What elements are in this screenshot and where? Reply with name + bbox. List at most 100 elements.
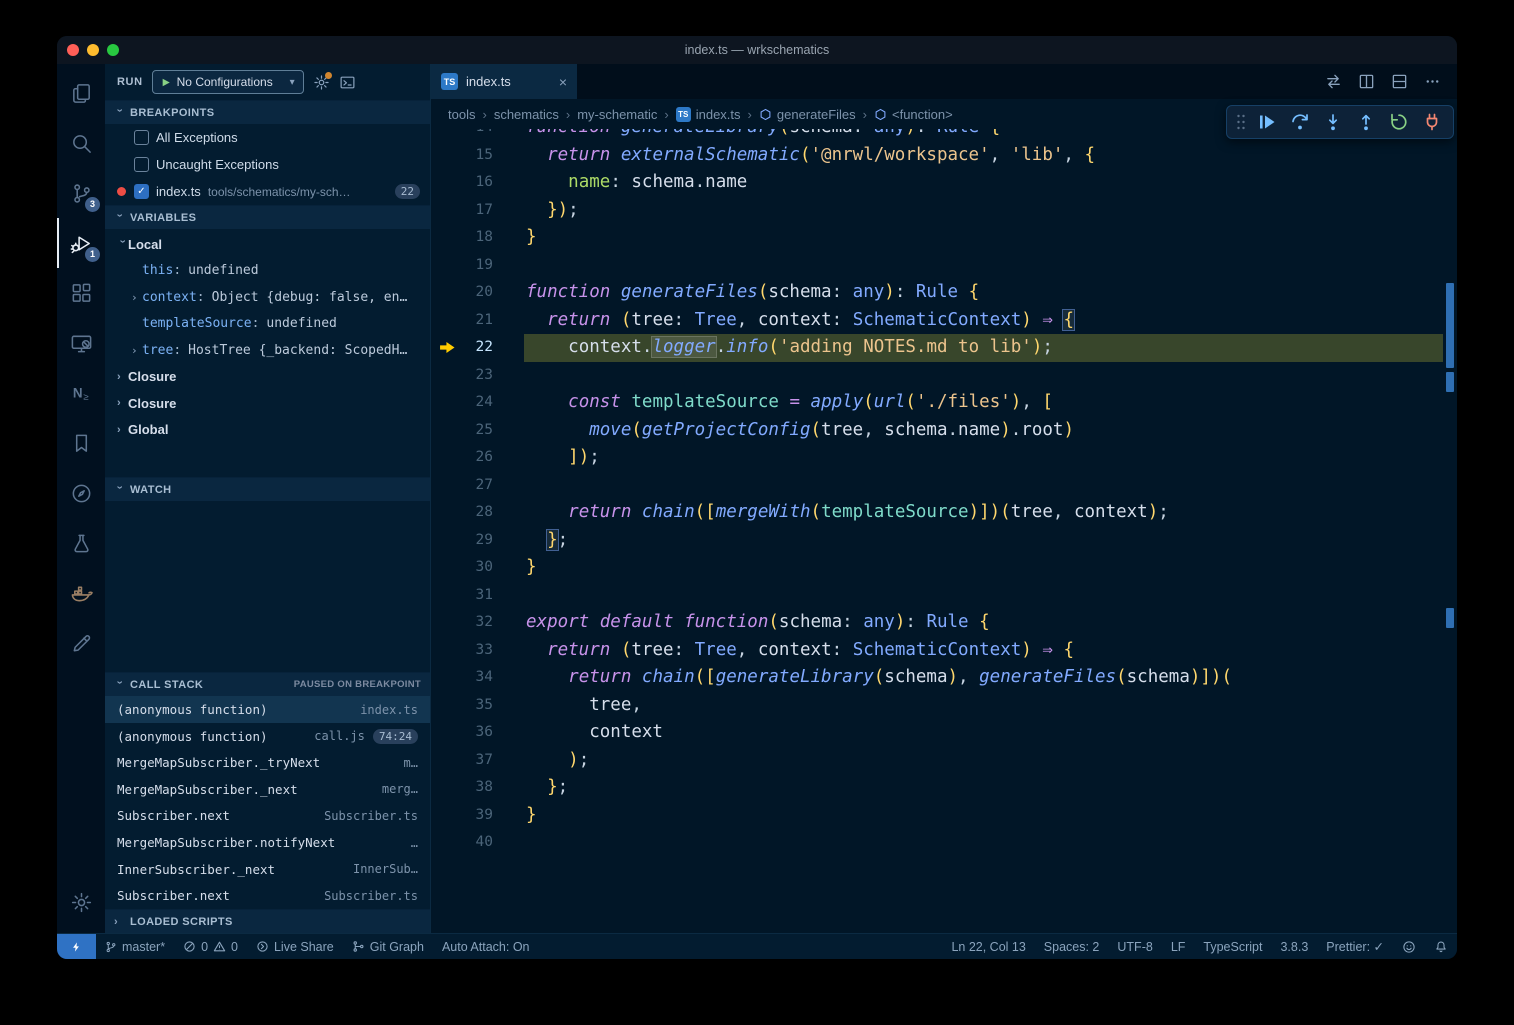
glyph-margin[interactable] <box>431 774 463 802</box>
code-text[interactable]: return chain([generateLibrary(schema), g… <box>493 664 1232 692</box>
code-line-30[interactable]: 30} <box>431 554 1443 582</box>
call-stack-frame[interactable]: (anonymous function)call.js74:24 <box>105 723 430 750</box>
variables-scope-closure[interactable]: ›Closure <box>105 390 430 417</box>
debug-console-icon[interactable] <box>339 74 356 91</box>
step-out-button[interactable] <box>1349 107 1382 137</box>
notifications-item[interactable] <box>1425 934 1457 959</box>
code-text[interactable]: return (tree: Tree, context: SchematicCo… <box>493 307 1074 335</box>
code-text[interactable] <box>493 362 526 390</box>
step-into-button[interactable] <box>1316 107 1349 137</box>
activity-extensions-icon[interactable] <box>57 268 105 318</box>
code-text[interactable]: name: schema.name <box>493 169 747 197</box>
code-line-27[interactable]: 27 <box>431 472 1443 500</box>
code-line-17[interactable]: 17 }); <box>431 197 1443 225</box>
restart-button[interactable] <box>1382 107 1415 137</box>
continue-button[interactable] <box>1250 107 1283 137</box>
launch-config-dropdown[interactable]: No Configurations ▾ <box>152 70 304 94</box>
glyph-margin[interactable] <box>431 169 463 197</box>
call-stack-section-header[interactable]: › CALL STACK PAUSED ON BREAKPOINT <box>105 672 430 696</box>
activity-run-and-debug-icon[interactable]: 1 <box>57 218 105 268</box>
breakpoint-item[interactable]: ✓index.tstools/schematics/my-sch…22 <box>105 178 430 205</box>
glyph-margin[interactable] <box>431 499 463 527</box>
variable-row[interactable]: this:undefined <box>105 258 430 285</box>
breadcrumb-item[interactable]: <function> <box>874 107 953 122</box>
auto-attach-item[interactable]: Auto Attach: On <box>433 934 539 959</box>
code-line-23[interactable]: 23 <box>431 362 1443 390</box>
glyph-margin[interactable] <box>431 362 463 390</box>
activity-edit-icon[interactable] <box>57 618 105 668</box>
code-text[interactable]: }; <box>493 774 568 802</box>
git-graph-item[interactable]: Git Graph <box>343 934 433 959</box>
call-stack-frame[interactable]: Subscriber.nextSubscriber.ts <box>105 882 430 909</box>
code-line-20[interactable]: 20function generateFiles(schema: any): R… <box>431 279 1443 307</box>
glyph-margin[interactable] <box>431 692 463 720</box>
code-line-16[interactable]: 16 name: schema.name <box>431 169 1443 197</box>
close-tab-icon[interactable]: × <box>559 74 567 90</box>
code-text[interactable]: function generateLibrary(schema: any): R… <box>493 129 1000 142</box>
encoding-item[interactable]: UTF-8 <box>1108 934 1161 959</box>
code-line-36[interactable]: 36 context <box>431 719 1443 747</box>
glyph-margin[interactable] <box>431 224 463 252</box>
open-changes-icon[interactable] <box>1325 73 1342 90</box>
glyph-margin[interactable] <box>431 527 463 555</box>
code-text[interactable]: }); <box>493 197 579 225</box>
glyph-margin[interactable] <box>431 307 463 335</box>
code-line-18[interactable]: 18} <box>431 224 1443 252</box>
code-text[interactable]: ]); <box>493 444 600 472</box>
variable-row[interactable]: ›tree:HostTree {_backend: ScopedH… <box>105 337 430 364</box>
call-stack-frame[interactable]: MergeMapSubscriber._nextmerg… <box>105 776 430 803</box>
glyph-margin[interactable] <box>431 444 463 472</box>
live-share-item[interactable]: Live Share <box>247 934 343 959</box>
remote-indicator[interactable] <box>57 934 96 959</box>
breadcrumb-item[interactable]: my-schematic <box>577 107 657 122</box>
code-line-39[interactable]: 39} <box>431 802 1443 830</box>
prettier-item[interactable]: Prettier: ✓ <box>1317 934 1393 959</box>
code-line-21[interactable]: 21 return (tree: Tree, context: Schemati… <box>431 307 1443 335</box>
breakpoints-section-header[interactable]: › BREAKPOINTS <box>105 100 430 124</box>
code-line-19[interactable]: 19 <box>431 252 1443 280</box>
call-stack-frame[interactable]: (anonymous function)index.ts <box>105 696 430 723</box>
variables-scope-closure[interactable]: ›Closure <box>105 364 430 391</box>
activity-compass-icon[interactable] <box>57 468 105 518</box>
overview-ruler[interactable] <box>1443 129 1457 933</box>
code-text[interactable]: export default function(schema: any): Ru… <box>493 609 990 637</box>
breadcrumb-item[interactable]: tools <box>448 107 475 122</box>
activity-search-icon[interactable] <box>57 118 105 168</box>
code-line-28[interactable]: 28 return chain([mergeWith(templateSourc… <box>431 499 1443 527</box>
breadcrumb-item[interactable]: generateFiles <box>759 107 856 122</box>
call-stack-frame[interactable]: MergeMapSubscriber.notifyNext… <box>105 829 430 856</box>
activity-explorer-icon[interactable] <box>57 68 105 118</box>
glyph-margin[interactable] <box>431 389 463 417</box>
code-text[interactable] <box>493 829 526 857</box>
code-text[interactable]: } <box>493 554 537 582</box>
code-text[interactable]: tree, <box>493 692 642 720</box>
breadcrumb-item[interactable]: TSindex.ts <box>676 107 741 122</box>
activity-nx-console-icon[interactable]: N≥ <box>57 368 105 418</box>
code-line-33[interactable]: 33 return (tree: Tree, context: Schemati… <box>431 637 1443 665</box>
breakpoint-item[interactable]: Uncaught Exceptions <box>105 151 430 178</box>
breakpoint-checkbox[interactable] <box>134 130 149 145</box>
toggle-layout-icon[interactable] <box>1391 73 1408 90</box>
code-text[interactable] <box>493 582 526 610</box>
code-text[interactable]: context <box>493 719 663 747</box>
code-text[interactable] <box>493 252 526 280</box>
code-line-25[interactable]: 25 move(getProjectConfig(tree, schema.na… <box>431 417 1443 445</box>
glyph-margin[interactable] <box>431 802 463 830</box>
breakpoint-checkbox[interactable] <box>134 157 149 172</box>
glyph-margin[interactable] <box>431 279 463 307</box>
more-actions-icon[interactable] <box>1424 73 1441 90</box>
minimize-window-button[interactable] <box>87 44 99 56</box>
activity-remote-explorer-icon[interactable] <box>57 318 105 368</box>
glyph-margin[interactable] <box>431 719 463 747</box>
code-line-29[interactable]: 29 }; <box>431 527 1443 555</box>
code-text[interactable]: return (tree: Tree, context: SchematicCo… <box>493 637 1074 665</box>
activity-settings-icon[interactable] <box>57 877 105 927</box>
code-text[interactable]: } <box>493 802 537 830</box>
code-text[interactable]: const templateSource = apply(url('./file… <box>493 389 1053 417</box>
ts-version-item[interactable]: 3.8.3 <box>1271 934 1317 959</box>
breakpoint-checkbox[interactable]: ✓ <box>134 184 149 199</box>
glyph-margin[interactable] <box>431 197 463 225</box>
code-text[interactable]: ); <box>493 747 589 775</box>
code-text[interactable]: return chain([mergeWith(templateSource)]… <box>493 499 1169 527</box>
code-line-38[interactable]: 38 }; <box>431 774 1443 802</box>
